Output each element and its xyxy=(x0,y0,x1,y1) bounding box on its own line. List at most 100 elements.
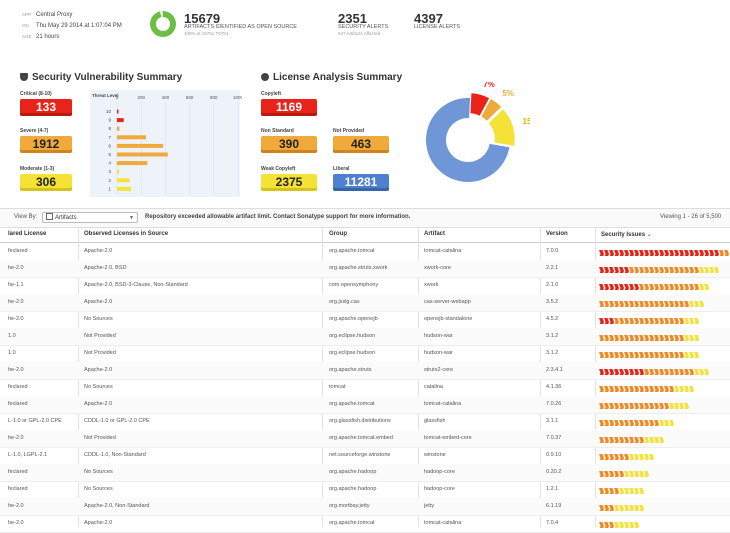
severity-arrow xyxy=(614,250,619,256)
table-row[interactable]: 1.0 Not Provided org.eclipse.hudson hudson-… xyxy=(0,345,730,363)
license-summary-title-text: License Analysis Summary xyxy=(273,72,403,83)
severity-arrow xyxy=(614,386,619,392)
security-issues-arrows xyxy=(599,488,644,494)
severity-arrow xyxy=(624,369,629,375)
severity-arrow xyxy=(639,454,644,460)
weak-copyleft-count-badge[interactable]: 2375 xyxy=(261,174,317,191)
critical-count-badge[interactable]: 133 xyxy=(20,99,72,116)
cell-artifact: openejb-standalone xyxy=(424,316,473,322)
security-issues-bar xyxy=(598,297,730,307)
not-provided-count-badge[interactable]: 463 xyxy=(333,136,389,153)
severity-arrow xyxy=(624,386,629,392)
col-version[interactable]: Version xyxy=(546,231,568,237)
meta-age: Age 21 hours xyxy=(22,34,59,40)
severity-arrow xyxy=(664,403,669,409)
cell-observed: CDDL-1.0 or GPL-2.0 CPE xyxy=(84,418,150,424)
severity-arrow xyxy=(614,420,619,426)
severity-arrow xyxy=(629,386,634,392)
moderate-count-badge[interactable]: 306 xyxy=(20,174,72,191)
cell-group: org.apache.struts.xwork xyxy=(329,265,388,271)
severity-arrow xyxy=(659,369,664,375)
severity-arrow xyxy=(679,318,684,324)
severity-arrow xyxy=(604,488,609,494)
severe-count-badge[interactable]: 1912 xyxy=(20,136,72,153)
col-security-issues[interactable]: Security Issues ⌄ xyxy=(601,231,652,238)
col-observed-licenses[interactable]: Observed Licenses in Source xyxy=(84,231,168,237)
table-row[interactable]: 1.0 Not Provided org.eclipse.hudson hudson-… xyxy=(0,328,730,346)
cell-license: feclared xyxy=(8,248,28,254)
table-row[interactable]: he-2.0 Apache-2.0 org.apache.struts struts2… xyxy=(0,362,730,380)
severity-arrow xyxy=(634,471,639,477)
table-row[interactable]: he-2.0 Not Provided org.apache.tomcat.embe… xyxy=(0,430,730,448)
table-row[interactable]: feclared Apache-2.0 org.apache.tomcat tomca… xyxy=(0,396,730,414)
table-row[interactable]: L-1.0, LGPL-2.1 CDDL-1.0, Non-Standard net… xyxy=(0,447,730,465)
severity-arrow xyxy=(704,284,709,290)
severity-arrow xyxy=(614,522,619,528)
view-by-select[interactable]: Artifacts ▼ xyxy=(42,212,138,223)
severity-arrow xyxy=(604,267,609,273)
table-row[interactable]: feclared No Sources tomcat catalina 4.1.36 xyxy=(0,379,730,397)
cell-artifact: xwork-core xyxy=(424,265,451,271)
severity-arrow xyxy=(684,386,689,392)
severity-arrow xyxy=(689,369,694,375)
cell-version: 7.0.37 xyxy=(546,435,562,441)
cell-observed: Apache-2.0 xyxy=(84,401,113,407)
severity-arrow xyxy=(664,318,669,324)
col-group[interactable]: Group xyxy=(329,231,347,237)
severity-arrow xyxy=(714,250,719,256)
severity-arrow xyxy=(624,335,629,341)
cell-version: 3.1.2 xyxy=(546,350,559,356)
table-row[interactable]: L-1.0 or GPL-2.0 CPE CDDL-1.0 or GPL-2.0 … xyxy=(0,413,730,431)
severity-arrow xyxy=(674,284,679,290)
table-row[interactable]: he-1.1 Apache-2.0, BSD-3-Clause, Non-Stan… xyxy=(0,277,730,295)
severity-arrow xyxy=(624,437,629,443)
severity-arrow xyxy=(644,420,649,426)
cell-observed: Apache-2.0, Non-Standard xyxy=(84,503,150,509)
table-row[interactable]: feclared No Sources org.apache.hadoop hadoo… xyxy=(0,481,730,499)
copyleft-count-badge[interactable]: 1169 xyxy=(261,99,317,116)
cell-group: org.apache.openejb xyxy=(329,316,378,322)
severity-arrow xyxy=(664,369,669,375)
severity-arrow xyxy=(634,267,639,273)
table-row[interactable]: he-2.0 Apache-2.0, Non-Standard org.mortba… xyxy=(0,498,730,516)
severity-arrow xyxy=(674,386,679,392)
col-declared-license[interactable]: lared License xyxy=(8,231,46,237)
severity-arrow xyxy=(694,250,699,256)
severity-arrow xyxy=(649,420,654,426)
non-standard-count-badge[interactable]: 390 xyxy=(261,136,317,153)
severity-arrow xyxy=(639,403,644,409)
severity-arrow xyxy=(619,471,624,477)
severity-arrow xyxy=(604,318,609,324)
severity-arrow xyxy=(619,505,624,511)
liberal-count-badge[interactable]: 11281 xyxy=(333,174,389,191)
table-row[interactable]: feclared No Sources org.apache.hadoop hadoo… xyxy=(0,464,730,482)
severity-arrow xyxy=(654,335,659,341)
severity-arrow xyxy=(694,301,699,307)
col-artifact[interactable]: Artifact xyxy=(424,231,445,237)
table-row[interactable]: he-2.0 Apache-2.0 org.jsslg.cas cas-server-… xyxy=(0,294,730,312)
severity-arrow xyxy=(624,454,629,460)
severity-arrow xyxy=(669,335,674,341)
severity-arrow xyxy=(659,318,664,324)
severity-arrow xyxy=(654,437,659,443)
severity-arrow xyxy=(624,403,629,409)
cell-license: he-2.0 xyxy=(8,299,24,305)
severity-arrow xyxy=(679,335,684,341)
severity-arrow xyxy=(609,454,614,460)
cell-group: net.sourceforge.winstone xyxy=(329,452,391,458)
security-summary-title: Security Vulnerability Summary xyxy=(20,72,182,83)
table-row[interactable]: he-2.0 No Sources org.apache.openejb openej… xyxy=(0,311,730,329)
cell-group: org.glassfish.distributions xyxy=(329,418,391,424)
table-row[interactable]: he-2.0 Apache-2.0, BSD org.apache.struts.x… xyxy=(0,260,730,278)
severity-arrow xyxy=(689,318,694,324)
severity-arrow xyxy=(659,267,664,273)
threat-bar xyxy=(117,169,120,174)
table-row[interactable]: he-2.0 Apache-2.0 org.apache.tomcat tomcat-… xyxy=(0,515,730,533)
security-issues-arrows xyxy=(599,267,719,273)
table-row[interactable]: feclared Apache-2.0 org.apache.tomcat tomca… xyxy=(0,243,730,261)
cell-version: 2.2.1 xyxy=(546,265,559,271)
severity-arrow xyxy=(689,335,694,341)
threat-bar xyxy=(117,152,168,157)
severity-arrow xyxy=(699,369,704,375)
severity-arrow xyxy=(694,352,699,358)
